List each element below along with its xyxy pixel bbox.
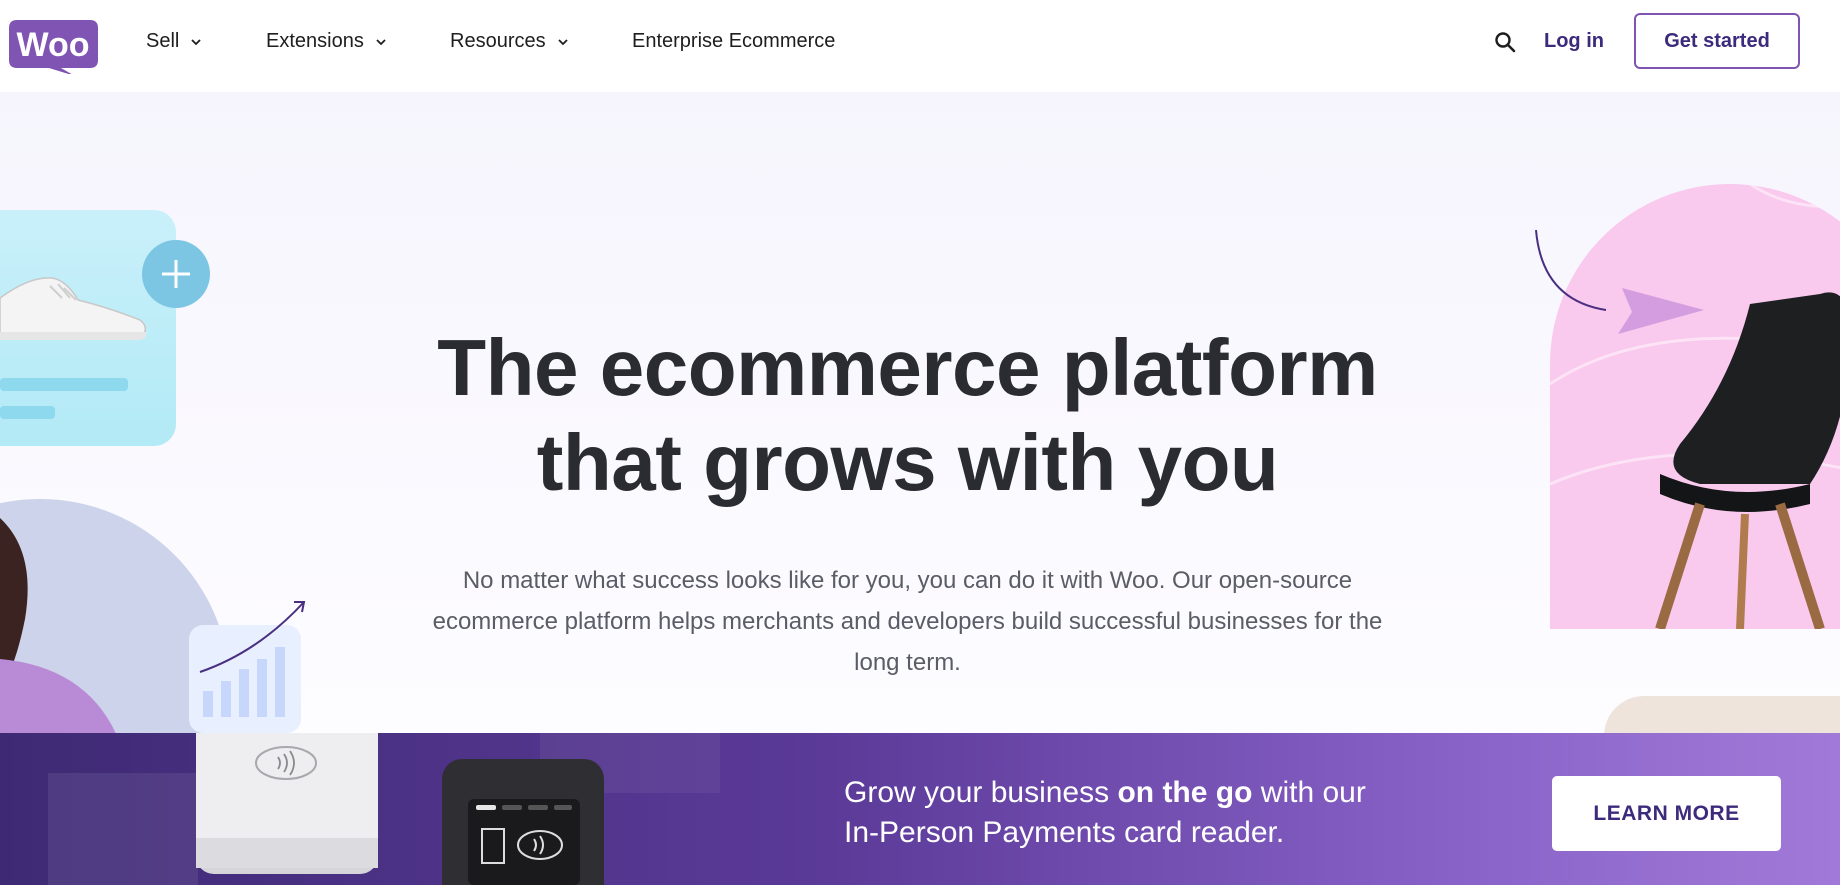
nav-item-enterprise-ecommerce[interactable]: Enterprise Ecommerce	[632, 30, 835, 53]
search-icon[interactable]	[1494, 31, 1516, 53]
sneaker-image	[0, 277, 147, 340]
nav-item-resources[interactable]: Resources	[450, 30, 570, 53]
learn-more-button[interactable]: LEARN MORE	[1552, 776, 1781, 851]
site-header: Woo Sell Extensions Resources Enterprise…	[0, 0, 1840, 92]
nav-item-label: Enterprise Ecommerce	[632, 30, 836, 52]
promo-text-bold: on the go	[1117, 776, 1253, 809]
card-reader-image	[196, 733, 378, 868]
card-reader-image	[442, 759, 604, 885]
decorative-shape	[48, 773, 198, 885]
decorative-shape	[1604, 696, 1840, 733]
get-started-button[interactable]: Get started	[1634, 13, 1800, 69]
growth-arrow-icon	[199, 601, 306, 673]
paper-plane-icon	[1535, 230, 1704, 334]
promo-banner: Grow your business on the go with our In…	[0, 733, 1840, 885]
hero-title-line: The ecommerce platform	[437, 323, 1378, 412]
promo-text-part: Grow your business	[844, 776, 1118, 809]
logo-text: Woo	[16, 26, 89, 64]
placeholder-line	[0, 378, 128, 391]
plus-icon	[162, 260, 190, 288]
promo-text-line2: In-Person Payments card reader.	[844, 816, 1285, 849]
placeholder-line	[0, 406, 55, 419]
reader-screen	[468, 799, 580, 885]
contactless-icon	[196, 746, 378, 868]
add-button	[142, 240, 210, 308]
nav-item-extensions[interactable]: Extensions	[266, 30, 388, 53]
chevron-down-icon	[557, 38, 568, 45]
hero-title: The ecommerce platform that grows with y…	[300, 320, 1515, 510]
chevron-down-icon	[191, 38, 201, 45]
hero-section: The ecommerce platform that grows with y…	[0, 92, 1840, 733]
woo-logo[interactable]: Woo	[9, 20, 98, 76]
promo-text-part: with our	[1252, 776, 1366, 809]
promo-text: Grow your business on the go with our In…	[844, 773, 1444, 853]
hero-title-line: that grows with you	[536, 418, 1279, 507]
tap-to-pay-icon	[476, 805, 572, 864]
chevron-down-icon	[376, 38, 386, 45]
nav-item-label: Sell	[146, 30, 180, 52]
nav-item-label: Resources	[450, 30, 546, 52]
hero-subtitle: No matter what success looks like for yo…	[432, 567, 1383, 676]
nav-item-sell[interactable]: Sell	[146, 30, 203, 53]
login-link[interactable]: Log in	[1544, 30, 1604, 53]
nav-item-label: Extensions	[266, 30, 364, 52]
